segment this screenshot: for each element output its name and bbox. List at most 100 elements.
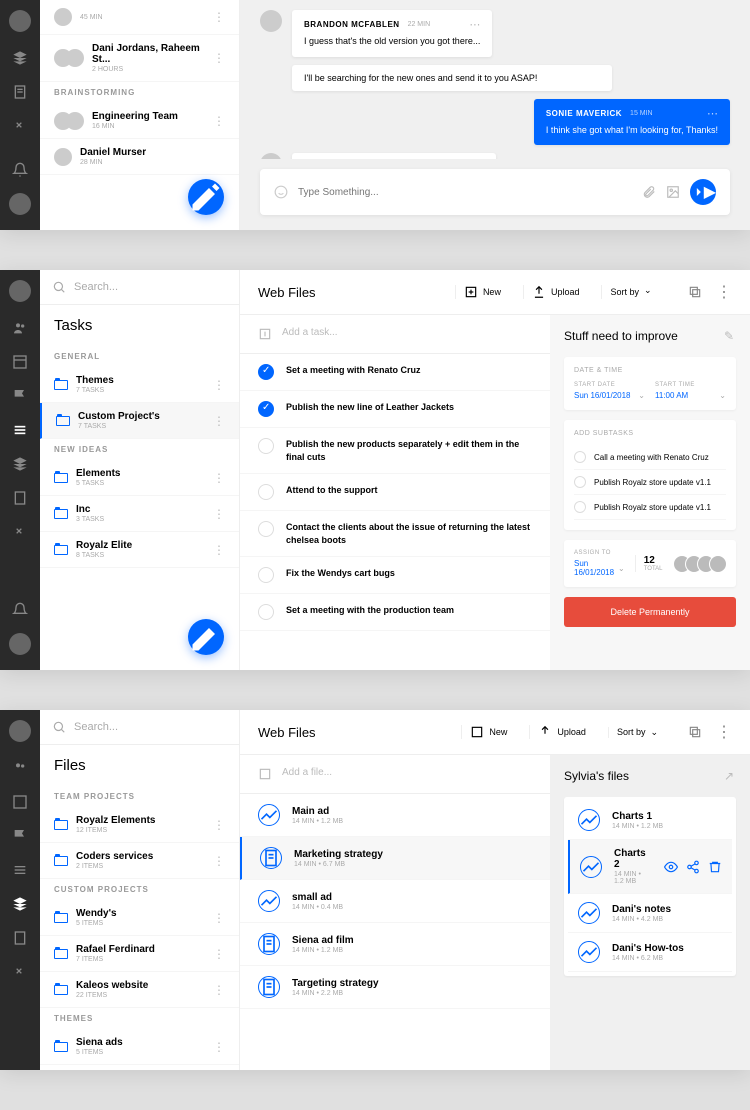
checkbox[interactable] xyxy=(574,501,586,513)
profile-avatar[interactable] xyxy=(9,633,31,655)
more-icon[interactable]: ⋮ xyxy=(213,983,225,997)
compose-fab[interactable] xyxy=(188,179,224,215)
add-fab[interactable] xyxy=(188,619,224,655)
search-bar[interactable]: Search... xyxy=(40,270,239,305)
doc-icon[interactable] xyxy=(12,490,28,506)
more-icon[interactable]: ⋮ xyxy=(213,114,225,128)
emoji-icon[interactable] xyxy=(274,185,288,199)
checkbox[interactable] xyxy=(258,521,274,537)
checkbox[interactable] xyxy=(574,476,586,488)
user-avatar[interactable] xyxy=(9,10,31,32)
task-item[interactable]: Publish the new products separately + ed… xyxy=(240,428,550,474)
upload-button[interactable]: Upload xyxy=(523,285,588,299)
search-bar[interactable]: Search... xyxy=(40,710,239,745)
subtask-item[interactable]: Publish Royalz store update v1.1 xyxy=(574,495,726,520)
copy-icon[interactable] xyxy=(688,285,702,299)
tools-icon[interactable] xyxy=(12,118,28,134)
tools-icon[interactable] xyxy=(12,964,28,980)
stack-icon[interactable] xyxy=(12,50,28,66)
new-button[interactable]: New xyxy=(455,285,509,299)
date-select[interactable]: Sun 16/01/2018⌄ xyxy=(574,391,645,400)
assign-select[interactable]: Sun 16/01/2018⌄ xyxy=(574,559,625,577)
checkbox[interactable] xyxy=(574,451,586,463)
new-button[interactable]: New xyxy=(461,725,515,739)
list-icon[interactable] xyxy=(12,862,28,878)
more-icon[interactable]: ⋮ xyxy=(213,818,225,832)
task-item[interactable]: Publish the new line of Leather Jackets xyxy=(240,391,550,428)
file-item[interactable]: Marketing strategy14 MIN • 6.7 MB xyxy=(240,837,550,880)
more-icon[interactable]: ⋮ xyxy=(213,10,225,24)
more-icon[interactable]: ⋮ xyxy=(716,722,732,742)
share-icon[interactable] xyxy=(686,860,700,874)
task-item[interactable]: Attend to the support xyxy=(240,474,550,511)
more-icon[interactable]: ⋯ xyxy=(707,107,718,120)
file-item[interactable]: Dani's How-tos14 MIN • 6.2 MB xyxy=(568,933,732,972)
chat-list-item[interactable]: 45 MIN ⋮ xyxy=(40,0,239,35)
people-icon[interactable] xyxy=(12,320,28,336)
file-item[interactable]: Charts 214 MIN • 1.2 MB xyxy=(568,840,732,894)
sidebar-item[interactable]: Royalz Elements12 ITEMS⋮ xyxy=(40,807,239,843)
checkbox[interactable] xyxy=(258,604,274,620)
trash-icon[interactable] xyxy=(708,860,722,874)
send-button[interactable]: ▶ xyxy=(690,179,716,205)
file-item[interactable]: Main ad14 MIN • 1.2 MB xyxy=(240,794,550,837)
sidebar-item[interactable]: Siena ads5 ITEMS⋮ xyxy=(40,1029,239,1065)
doc-icon[interactable] xyxy=(12,84,28,100)
task-item[interactable]: Set a meeting with Renato Cruz xyxy=(240,354,550,391)
delete-button[interactable]: Delete Permanently xyxy=(564,597,736,627)
expand-icon[interactable]: ↗ xyxy=(724,769,736,783)
message-input[interactable] xyxy=(298,187,632,198)
more-icon[interactable]: ⋮ xyxy=(213,854,225,868)
sidebar-item[interactable]: Royalz Elite8 TASKS⋮ xyxy=(40,532,239,568)
more-icon[interactable]: ⋮ xyxy=(716,282,732,302)
tools-icon[interactable] xyxy=(12,524,28,540)
more-icon[interactable]: ⋮ xyxy=(213,947,225,961)
file-item[interactable]: Charts 114 MIN • 1.2 MB xyxy=(568,801,732,840)
file-item[interactable]: Siena ad film14 MIN • 1.2 MB xyxy=(240,923,550,966)
more-icon[interactable]: ⋯ xyxy=(469,18,480,31)
edit-icon[interactable]: ✎ xyxy=(724,329,736,343)
sidebar-item[interactable]: Custom Project's7 TASKS⋮ xyxy=(40,403,239,439)
checkbox[interactable] xyxy=(258,364,274,380)
file-item[interactable]: small ad14 MIN • 0.4 MB xyxy=(240,880,550,923)
checkbox[interactable] xyxy=(258,484,274,500)
chat-list-item[interactable]: Dani Jordans, Raheem St...2 HOURS ⋮ xyxy=(40,35,239,82)
sidebar-item[interactable]: Wendy's5 ITEMS⋮ xyxy=(40,900,239,936)
attach-icon[interactable] xyxy=(642,185,656,199)
sidebar-item[interactable]: Coders services2 ITEMS⋮ xyxy=(40,843,239,879)
task-item[interactable]: Set a meeting with the production team xyxy=(240,594,550,631)
subtask-item[interactable]: Publish Royalz store update v1.1 xyxy=(574,470,726,495)
more-icon[interactable]: ⋮ xyxy=(213,543,225,557)
flag-icon[interactable] xyxy=(12,388,28,404)
flag-icon[interactable] xyxy=(12,828,28,844)
profile-avatar[interactable] xyxy=(9,193,31,215)
file-item[interactable]: Targeting strategy14 MIN • 2.2 MB xyxy=(240,966,550,1009)
list-icon[interactable] xyxy=(12,422,28,438)
doc-icon[interactable] xyxy=(12,930,28,946)
more-icon[interactable]: ⋮ xyxy=(213,378,225,392)
more-icon[interactable]: ⋮ xyxy=(213,414,225,428)
sidebar-item[interactable]: Inc3 TASKS⋮ xyxy=(40,496,239,532)
more-icon[interactable]: ⋮ xyxy=(213,51,225,65)
upload-button[interactable]: Upload xyxy=(529,725,594,739)
more-icon[interactable]: ⋮ xyxy=(213,911,225,925)
sidebar-item[interactable]: Kaleos website22 ITEMS⋮ xyxy=(40,972,239,1008)
add-file-input[interactable]: Add a file... xyxy=(240,755,550,794)
more-icon[interactable]: ⋮ xyxy=(213,471,225,485)
checkbox[interactable] xyxy=(258,567,274,583)
chat-list-item[interactable]: Daniel Murser28 MIN xyxy=(40,139,239,175)
user-avatar[interactable] xyxy=(9,720,31,742)
stack-icon[interactable] xyxy=(12,456,28,472)
task-item[interactable]: Fix the Wendys cart bugs xyxy=(240,557,550,594)
image-icon[interactable] xyxy=(666,185,680,199)
stack-icon[interactable] xyxy=(12,896,28,912)
task-item[interactable]: Contact the clients about the issue of r… xyxy=(240,511,550,557)
checkbox[interactable] xyxy=(258,401,274,417)
checkbox[interactable] xyxy=(258,438,274,454)
more-icon[interactable]: ⋮ xyxy=(213,507,225,521)
board-icon[interactable] xyxy=(12,794,28,810)
bell-icon[interactable] xyxy=(12,162,28,178)
people-icon[interactable] xyxy=(12,760,28,776)
time-select[interactable]: 11:00 AM⌄ xyxy=(655,391,726,400)
sidebar-item[interactable]: Themes7 TASKS⋮ xyxy=(40,367,239,403)
